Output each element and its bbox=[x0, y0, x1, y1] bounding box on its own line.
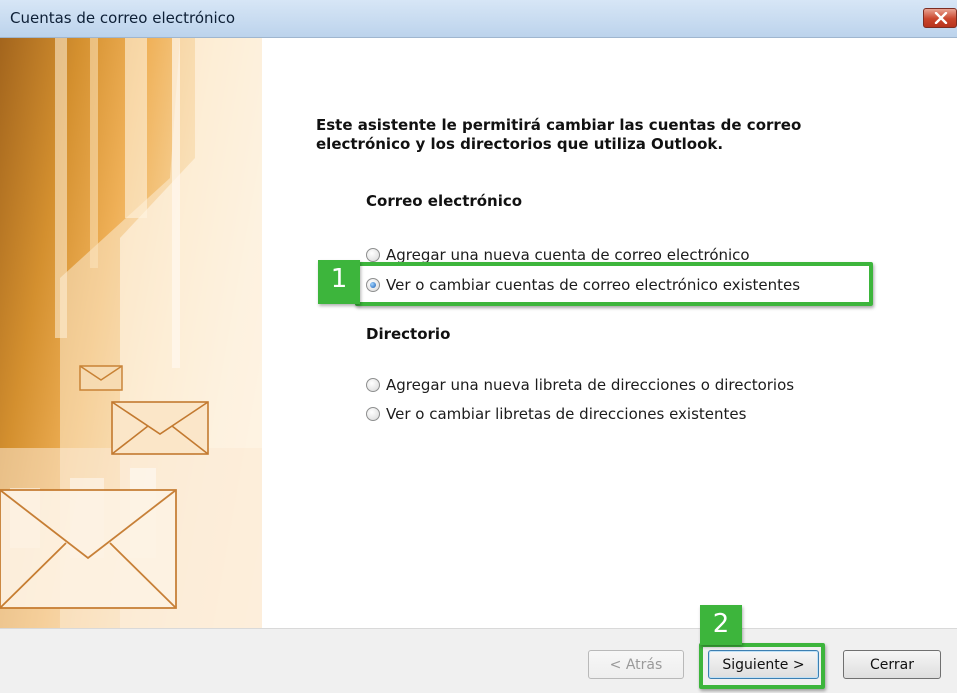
email-section-title: Correo electrónico bbox=[366, 192, 523, 210]
title-bar: Cuentas de correo electrónico bbox=[0, 0, 957, 38]
radio-view-change-address-books[interactable]: Ver o cambiar libretas de direcciones ex… bbox=[366, 404, 746, 424]
radio-button[interactable] bbox=[366, 378, 380, 392]
radio-add-address-book[interactable]: Agregar una nueva libreta de direcciones… bbox=[366, 375, 794, 395]
directory-section-title: Directorio bbox=[366, 325, 451, 343]
radio-label: Agregar una nueva libreta de direcciones… bbox=[386, 376, 795, 394]
close-icon bbox=[934, 12, 948, 24]
envelope-icon-small bbox=[79, 365, 123, 391]
wizard-banner bbox=[0, 38, 262, 628]
window-title: Cuentas de correo electrónico bbox=[10, 9, 236, 27]
step2-badge: 2 bbox=[700, 605, 742, 645]
envelope-icon-medium bbox=[111, 401, 209, 455]
envelope-icon-large bbox=[0, 489, 177, 609]
step1-highlight bbox=[355, 262, 873, 306]
cancel-button[interactable]: Cerrar bbox=[843, 650, 941, 679]
back-button[interactable]: < Atrás bbox=[588, 650, 684, 679]
step1-badge: 1 bbox=[318, 260, 360, 304]
close-window-button[interactable] bbox=[923, 8, 957, 28]
wizard-intro-text: Este asistente le permitirá cambiar las … bbox=[316, 116, 802, 153]
banner-graphic bbox=[0, 38, 262, 628]
radio-button[interactable] bbox=[366, 248, 380, 262]
step2-highlight bbox=[699, 643, 825, 689]
radio-button[interactable] bbox=[366, 407, 380, 421]
radio-label: Ver o cambiar libretas de direcciones ex… bbox=[386, 405, 747, 423]
email-accounts-dialog: Cuentas de correo electrónico Este asist… bbox=[0, 0, 957, 693]
